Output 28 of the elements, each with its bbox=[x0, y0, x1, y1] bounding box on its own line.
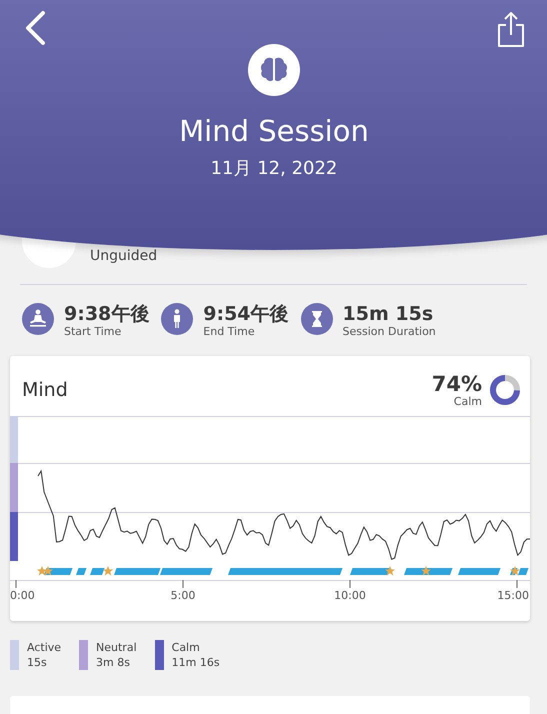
calm-percent: 74% bbox=[432, 372, 482, 394]
meditation-icon bbox=[22, 303, 54, 335]
axis-label: 0:00 bbox=[10, 589, 35, 602]
brain-icon bbox=[248, 44, 300, 96]
axis-label: 15:00 bbox=[497, 589, 529, 602]
legend-name: Active bbox=[27, 640, 62, 655]
legend-name: Neutral bbox=[96, 640, 137, 655]
calm-label: Calm bbox=[454, 394, 482, 408]
axis-label: 10:00 bbox=[334, 589, 366, 602]
stat-value: 9:54午後 bbox=[203, 303, 289, 325]
stat-value: 15m 15s bbox=[342, 303, 434, 325]
legend-name: Calm bbox=[172, 640, 201, 655]
hourglass-icon bbox=[300, 303, 333, 335]
share-icon[interactable] bbox=[496, 10, 526, 48]
stat-label: Session Duration bbox=[342, 325, 436, 338]
legend-duration: 11m 16s bbox=[172, 655, 220, 670]
stat-label: End Time bbox=[203, 325, 256, 338]
stat-label: Start Time bbox=[64, 325, 122, 338]
legend-duration: 3m 8s bbox=[96, 655, 131, 670]
legend-duration: 15s bbox=[27, 655, 48, 670]
card-title: Mind bbox=[22, 379, 69, 401]
calm-donut bbox=[490, 375, 520, 405]
session-type: Unguided bbox=[90, 248, 158, 264]
person-icon bbox=[161, 303, 194, 335]
stat-value: 9:38午後 bbox=[64, 303, 150, 325]
session-title: Mind Session bbox=[179, 114, 369, 148]
axis-label: 5:00 bbox=[170, 589, 196, 602]
session-date: 11月 12, 2022 bbox=[210, 157, 338, 180]
